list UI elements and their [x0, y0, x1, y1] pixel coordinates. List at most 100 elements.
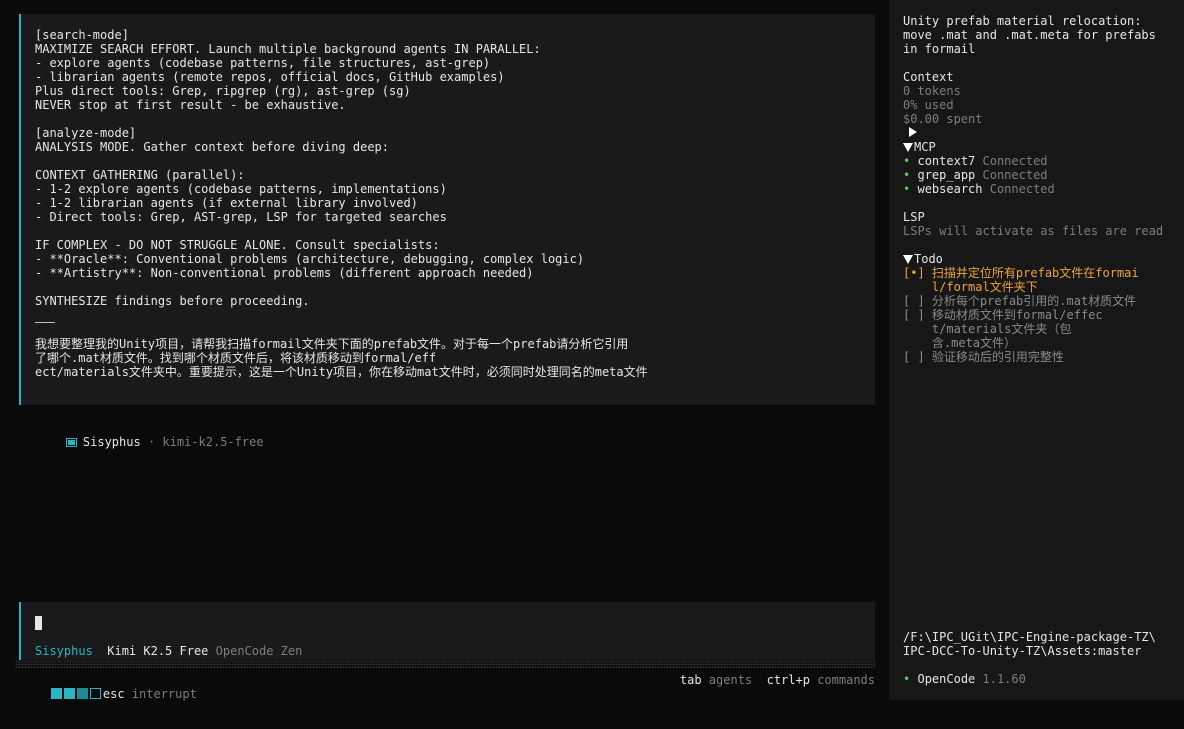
message-divider — [35, 322, 55, 323]
sidebar: Unity prefab material relocation: move .m… — [889, 0, 1184, 700]
caret-down-icon — [903, 143, 913, 152]
status-dot-icon: • — [903, 182, 911, 196]
session-title-line: in formail — [903, 42, 976, 56]
message-line — [35, 280, 875, 294]
cmd-key[interactable]: ctrl+p — [767, 673, 810, 687]
status-bar: esc interrupt tab agents ctrl+p commands — [22, 673, 875, 701]
agent-sep: · — [147, 435, 156, 449]
message-body: [search-mode] MAXIMIZE SEARCH EFFORT. Lau… — [35, 28, 875, 308]
agent-icon — [65, 438, 77, 447]
project-path: /F:\IPC_UGit\IPC-Engine-package-TZ\ IPC-D… — [903, 630, 1156, 658]
message-line: CONTEXT GATHERING (parallel): — [35, 168, 245, 182]
mcp-status: Connected — [982, 168, 1048, 182]
app-name: OpenCode — [917, 672, 976, 686]
message-line: [analyze-mode] — [35, 126, 137, 140]
message-line: NEVER stop at first result - be exhausti… — [35, 98, 346, 112]
todo-item: [•] 扫描并定位所有prefab文件在formai — [903, 266, 1184, 280]
todo-text: 含.meta文件） — [931, 336, 1017, 350]
app-ver: 1.1.60 — [982, 672, 1026, 686]
context-used: 0% used — [903, 98, 954, 112]
message-line: MAXIMIZE SEARCH EFFORT. Launch multiple … — [35, 42, 541, 56]
path-line: /F:\IPC_UGit\IPC-Engine-package-TZ\ — [903, 630, 1156, 644]
session-title-line: Unity prefab material relocation: — [903, 14, 1142, 28]
message-line: Plus direct tools: Grep, ripgrep (rg), a… — [35, 84, 411, 98]
hints: tab agents ctrl+p commands — [680, 673, 875, 687]
main-panel: [search-mode] MAXIMIZE SEARCH EFFORT. Lau… — [0, 0, 889, 701]
text-cursor — [35, 616, 42, 630]
todo-checkbox: [ ] — [903, 350, 925, 364]
message-line: - 1-2 explore agents (codebase patterns,… — [35, 182, 447, 196]
esc-action: interrupt — [131, 687, 197, 701]
message-line — [35, 112, 875, 126]
caret-right-icon — [909, 127, 917, 137]
agent-name: Sisyphus — [82, 435, 141, 449]
lsp-text: LSPs will activate as files are read — [903, 224, 1164, 238]
todo-item: [ ] 验证移动后的引用完整性 — [903, 350, 1184, 364]
input-provider: OpenCode Zen — [215, 644, 303, 658]
message-line: - **Oracle**: Conventional problems (arc… — [35, 252, 585, 266]
todo-text: 分析每个prefab引用的.mat材质文件 — [931, 294, 1137, 308]
mcp-item: • websearch Connected — [903, 182, 1184, 196]
mcp-list: • context7 Connected • grep_app Connected… — [903, 154, 1184, 196]
context-spent: $0.00 spent — [903, 112, 983, 126]
message-line — [35, 224, 875, 238]
user-request: 我想要整理我的Unity项目，请帮我扫描formail文件夹下面的prefab文… — [35, 337, 875, 379]
user-request-line: ect/materials文件夹中。重要提示，这是一个Unity项目，你在移动m… — [35, 365, 648, 379]
agent-model: kimi-k2.5-free — [162, 435, 264, 449]
message-line: IF COMPLEX - DO NOT STRUGGLE ALONE. Cons… — [35, 238, 440, 252]
session-title: Unity prefab material relocation: move .m… — [903, 14, 1184, 56]
context-tokens: 0 tokens — [903, 84, 961, 98]
dotted-separator — [15, 660, 875, 668]
todo-item: [ ] 分析每个prefab引用的.mat材质文件 — [903, 294, 1184, 308]
input-model[interactable]: Kimi K2.5 Free — [107, 644, 208, 658]
progress-indicator — [50, 687, 103, 701]
status-dot-icon: • — [903, 154, 911, 168]
caret-down-icon — [903, 255, 913, 264]
message-line: - Direct tools: Grep, AST-grep, LSP for … — [35, 210, 447, 224]
cmd-action: commands — [817, 673, 875, 687]
mcp-name: context7 — [917, 154, 976, 168]
mcp-item: • grep_app Connected — [903, 168, 1184, 182]
todo-heading[interactable]: Todo — [903, 252, 1184, 266]
todo-item: t/materials文件夹（包 — [903, 322, 1184, 336]
prompt-input[interactable]: Sisyphus Kimi K2.5 Free OpenCode Zen — [19, 602, 875, 660]
todo-item: 含.meta文件） — [903, 336, 1184, 350]
input-meta: Sisyphus Kimi K2.5 Free OpenCode Zen — [35, 644, 302, 658]
collapse-toggle[interactable] — [903, 126, 1184, 140]
mcp-status: Connected — [982, 154, 1048, 168]
mcp-item: • context7 Connected — [903, 154, 1184, 168]
app-version: • OpenCode 1.1.60 — [903, 672, 1026, 686]
todo-checkbox: [•] — [903, 266, 925, 280]
input-agent[interactable]: Sisyphus — [35, 644, 93, 658]
user-request-line: 我想要整理我的Unity项目，请帮我扫描formail文件夹下面的prefab文… — [35, 337, 629, 351]
todo-checkbox: [ ] — [903, 294, 925, 308]
todo-text: l/formal文件夹下 — [931, 280, 1038, 294]
session-title-line: move .mat and .mat.meta for prefabs — [903, 28, 1156, 42]
tab-action: agents — [708, 673, 753, 687]
message-line: SYNTHESIZE findings before proceeding. — [35, 294, 310, 308]
todo-item: [ ] 移动材质文件到formal/effec — [903, 308, 1184, 322]
mcp-heading[interactable]: MCP — [903, 140, 1184, 154]
mcp-name: grep_app — [917, 168, 976, 182]
agent-indicator: Sisyphus · kimi-k2.5-free — [37, 421, 264, 463]
message-line: - **Artistry**: Non-conventional problem… — [35, 266, 534, 280]
esc-key[interactable]: esc — [103, 687, 125, 701]
mcp-name: websearch — [917, 182, 983, 196]
message-line — [35, 154, 875, 168]
message-line: [search-mode] — [35, 28, 129, 42]
message-line: - librarian agents (remote repos, offici… — [35, 70, 505, 84]
tab-key[interactable]: tab — [680, 673, 702, 687]
message-line: - 1-2 librarian agents (if external libr… — [35, 196, 418, 210]
todo-text: 验证移动后的引用完整性 — [931, 350, 1064, 364]
status-dot: • — [903, 672, 911, 686]
context-heading: Context — [903, 70, 954, 84]
message-line: - explore agents (codebase patterns, fil… — [35, 56, 491, 70]
todo-text: 扫描并定位所有prefab文件在formai — [931, 266, 1139, 280]
todo-item: l/formal文件夹下 — [903, 280, 1184, 294]
todo-text: 移动材质文件到formal/effec — [931, 308, 1103, 322]
todo-text: t/materials文件夹（包 — [931, 322, 1072, 336]
mcp-status: Connected — [989, 182, 1055, 196]
user-request-line: 了哪个.mat材质文件。找到哪个材质文件后，将该材质移动到formal/eff — [35, 351, 437, 365]
todo-checkbox: [ ] — [903, 308, 925, 322]
lsp-heading: LSP — [903, 210, 925, 224]
